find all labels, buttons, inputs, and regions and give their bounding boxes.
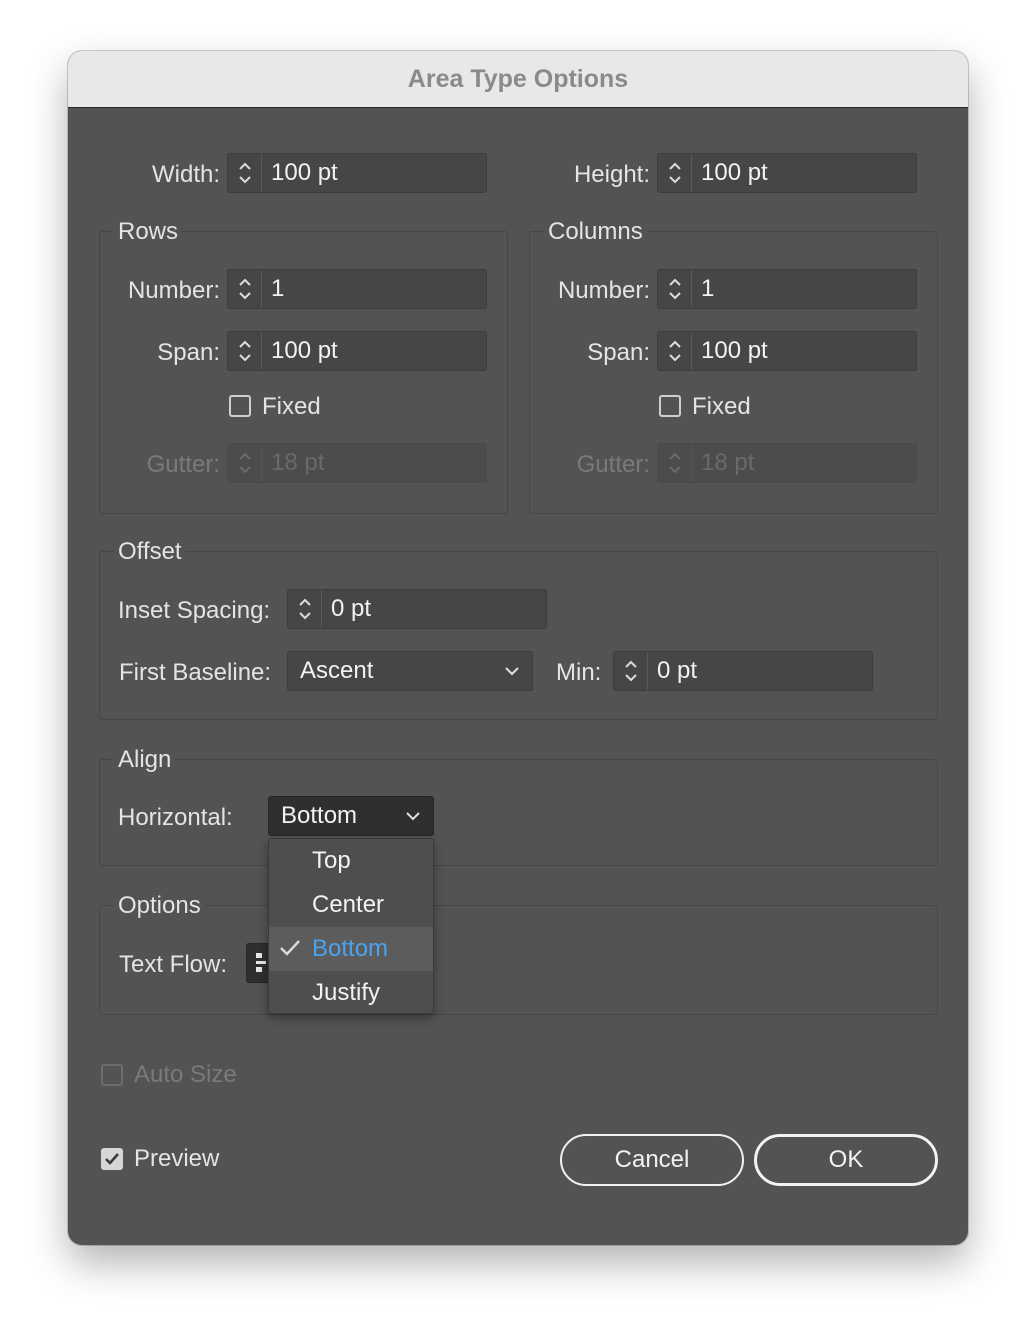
min-field[interactable]: 0 pt [613, 651, 873, 691]
auto-size-label: Auto Size [134, 1061, 237, 1088]
rows-gutter-field: 18 pt [227, 443, 487, 483]
stepper-arrows-icon [238, 278, 251, 300]
columns-gutter-label: Gutter: [576, 451, 650, 478]
chevron-down-icon [505, 667, 519, 676]
rows-number-label: Number: [127, 277, 220, 304]
first-baseline-value: Ascent [300, 657, 374, 684]
inset-spacing-label: Inset Spacing: [118, 597, 271, 624]
rows-number-field[interactable]: 1 [227, 269, 487, 309]
rows-span-field[interactable]: 100 pt [227, 331, 487, 371]
min-stepper[interactable] [614, 652, 648, 690]
rows-number-value[interactable]: 1 [262, 270, 486, 308]
stepper-arrows-icon [668, 278, 681, 300]
dialog-title: Area Type Options [68, 51, 968, 108]
offset-group [99, 551, 938, 720]
rows-span-label: Span: [157, 339, 220, 366]
rows-gutter-value: 18 pt [271, 449, 325, 476]
rows-title: Rows [114, 217, 183, 247]
stepper-arrows-icon [668, 452, 681, 474]
rows-fixed-checkbox[interactable] [229, 395, 251, 417]
menu-item-label: Bottom [312, 935, 389, 962]
menu-item-top[interactable]: Top [269, 839, 433, 883]
columns-span-field[interactable]: 100 pt [657, 331, 917, 371]
stepper-arrows-icon [668, 162, 681, 184]
width-label: Width: [151, 161, 220, 188]
height-value[interactable]: 100 pt [692, 154, 916, 192]
rows-number-stepper[interactable] [228, 270, 262, 308]
menu-item-label: Top [312, 847, 351, 874]
first-baseline-label: First Baseline: [119, 659, 272, 686]
width-value[interactable]: 100 pt [262, 154, 486, 192]
inset-spacing-value[interactable]: 0 pt [322, 590, 546, 628]
stepper-arrows-icon [298, 598, 311, 620]
menu-item-label: Justify [312, 979, 381, 1006]
stepper-arrows-icon [668, 340, 681, 362]
options-title: Options [114, 891, 205, 921]
columns-gutter-field: 18 pt [657, 443, 917, 483]
inset-spacing-stepper[interactable] [288, 590, 322, 628]
columns-number-stepper[interactable] [658, 270, 692, 308]
horizontal-dropdown-menu: Top Center Bottom Justify [268, 838, 434, 1014]
first-baseline-dropdown[interactable]: Ascent [287, 651, 533, 691]
min-label: Min: [556, 659, 602, 686]
text-flow-icon [256, 953, 266, 972]
rows-gutter-label: Gutter: [146, 451, 220, 478]
columns-gutter-stepper [658, 444, 692, 482]
offset-title: Offset [114, 537, 186, 567]
rows-span-value[interactable]: 100 pt [262, 332, 486, 370]
text-flow-label: Text Flow: [119, 951, 228, 978]
menu-item-justify[interactable]: Justify [269, 971, 433, 1015]
height-label: Height: [573, 161, 650, 188]
auto-size-checkbox [101, 1064, 123, 1086]
columns-number-field[interactable]: 1 [657, 269, 917, 309]
stepper-arrows-icon [238, 162, 251, 184]
height-field[interactable]: 100 pt [657, 153, 917, 193]
columns-span-stepper[interactable] [658, 332, 692, 370]
cancel-button[interactable]: Cancel [560, 1134, 744, 1186]
horizontal-label: Horizontal: [118, 804, 233, 831]
horizontal-value: Bottom [281, 802, 358, 829]
menu-item-center[interactable]: Center [269, 883, 433, 927]
min-value[interactable]: 0 pt [648, 652, 872, 690]
menu-item-label: Center [312, 891, 385, 918]
columns-span-label: Span: [587, 339, 650, 366]
columns-gutter-value: 18 pt [701, 449, 755, 476]
columns-fixed-label[interactable]: Fixed [692, 387, 751, 427]
align-title: Align [114, 745, 176, 775]
columns-number-label: Number: [557, 277, 650, 304]
preview-label[interactable]: Preview [134, 1139, 219, 1179]
columns-number-value[interactable]: 1 [692, 270, 916, 308]
width-field[interactable]: 100 pt [227, 153, 487, 193]
inset-spacing-field[interactable]: 0 pt [287, 589, 547, 629]
preview-checkbox[interactable] [101, 1148, 123, 1170]
columns-span-value[interactable]: 100 pt [692, 332, 916, 370]
stepper-arrows-icon [624, 660, 637, 682]
checkmark-icon [280, 940, 300, 956]
chevron-down-icon [406, 812, 420, 821]
stepper-arrows-icon [238, 452, 251, 474]
menu-item-bottom[interactable]: Bottom [269, 927, 433, 971]
checkmark-icon [105, 1153, 119, 1165]
stepper-arrows-icon [238, 340, 251, 362]
rows-fixed-label[interactable]: Fixed [262, 387, 321, 427]
width-stepper[interactable] [228, 154, 262, 192]
horizontal-dropdown[interactable]: Bottom [268, 796, 434, 836]
ok-button[interactable]: OK [754, 1134, 938, 1186]
rows-span-stepper[interactable] [228, 332, 262, 370]
area-type-options-dialog: Area Type Options Width: 100 pt Height: … [68, 51, 968, 1245]
rows-gutter-stepper [228, 444, 262, 482]
columns-fixed-checkbox[interactable] [659, 395, 681, 417]
height-stepper[interactable] [658, 154, 692, 192]
columns-title: Columns [544, 217, 647, 247]
